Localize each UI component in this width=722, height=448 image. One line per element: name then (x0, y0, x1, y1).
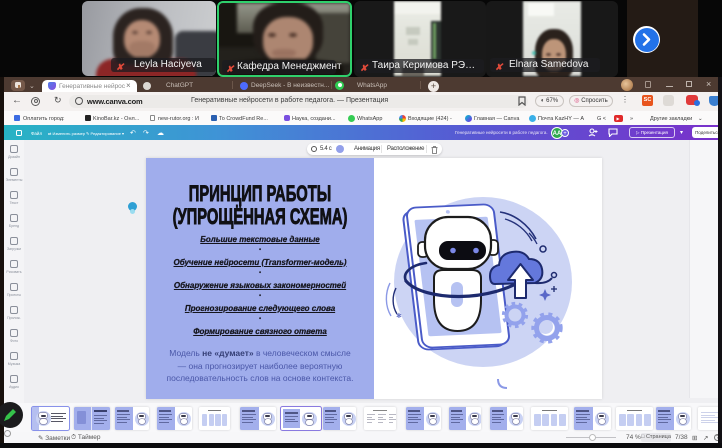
svg-text:✱: ✱ (396, 312, 402, 320)
